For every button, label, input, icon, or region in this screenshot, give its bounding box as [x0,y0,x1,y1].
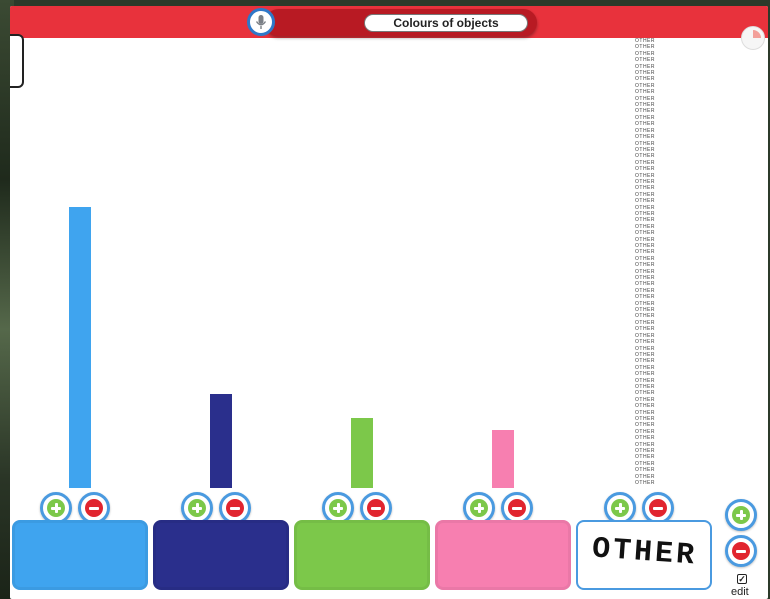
tower-word: OTHER [635,89,655,96]
plus-icon [470,499,488,517]
chart-title[interactable]: Colours of objects [364,14,528,32]
tower-word: OTHER [635,76,655,83]
remove-category-button[interactable] [725,535,757,567]
minus-icon [226,499,244,517]
tower-word: OTHER [635,108,655,115]
add-category-button[interactable] [725,499,757,531]
microphone-button[interactable] [247,8,275,36]
minus-icon [85,499,103,517]
minus-icon [508,499,526,517]
category-tile-other[interactable]: OTHER [576,520,712,590]
category-tile-blue[interactable] [12,520,148,590]
tower-word: OTHER [635,134,655,141]
tower-word: OTHER [635,140,655,147]
edit-label: edit [731,586,749,598]
plus-icon [611,499,629,517]
tower-word: OTHER [635,166,655,173]
category-tile-green[interactable] [294,520,430,590]
other-word-tower: OTHER OTHER OTHER OTHER OTHER OTHER OTHER OTHER… [632,38,658,490]
bar-blue [69,207,91,488]
graph-app: Colours of objects OTHER OTHER OTHER OTHER O… [10,6,768,599]
category-tile-pink[interactable] [435,520,571,590]
tower-word: OTHER [635,172,655,179]
tower-word: OTHER [635,217,655,224]
microphone-icon [255,15,267,29]
plus-icon [188,499,206,517]
bar-green [351,417,373,488]
plus-icon [732,506,750,524]
tower-word: OTHER [635,153,655,160]
other-tile-text: OTHER [590,532,699,574]
tower-word: OTHER [635,390,655,397]
tower-word: OTHER [635,422,655,429]
tower-word: OTHER [635,230,655,237]
bar-pink [492,429,514,488]
tower-word: OTHER [635,339,655,346]
tower-word: OTHER [635,294,655,301]
tower-word: OTHER [635,403,655,410]
tower-word: OTHER [635,57,655,64]
tower-word: OTHER [635,281,655,288]
tower-word: OTHER [635,467,655,474]
tower-word: OTHER [635,454,655,461]
edit-checkbox[interactable]: ✓ [737,574,747,584]
tower-word: OTHER [635,249,655,256]
tower-word: OTHER [635,371,655,378]
tower-word: OTHER [635,326,655,333]
minus-icon [367,499,385,517]
tower-word: OTHER [635,358,655,365]
tower-word: OTHER [635,377,655,384]
category-tile-dark-blue[interactable] [153,520,289,590]
tower-word: OTHER [635,313,655,320]
plus-icon [329,499,347,517]
corner-button[interactable] [741,26,765,50]
tower-word: OTHER [635,44,655,51]
tower-word: OTHER [635,435,655,442]
bar-dark-blue [210,394,232,488]
minus-icon [732,542,750,560]
tower-word: OTHER [635,345,655,352]
tower-word: OTHER [635,262,655,269]
side-panel-edge[interactable] [10,34,24,88]
pie-icon [745,30,761,46]
tower-word: OTHER [635,198,655,205]
tower-word: OTHER [635,121,655,128]
tower-word: OTHER [635,480,655,487]
tower-word: OTHER [635,185,655,192]
plus-icon [47,499,65,517]
top-bar: Colours of objects [10,6,768,38]
minus-icon [649,499,667,517]
